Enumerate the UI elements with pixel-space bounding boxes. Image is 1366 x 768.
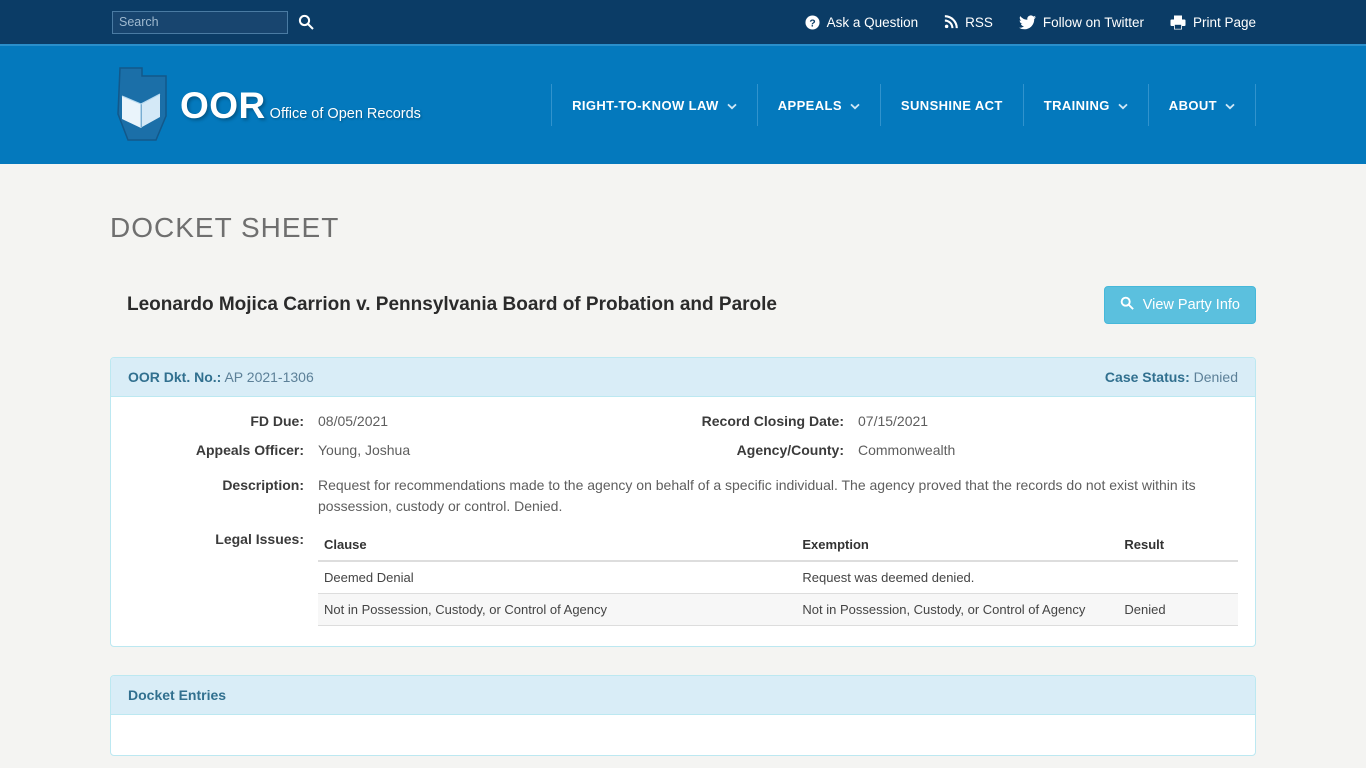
rss-link[interactable]: RSS bbox=[944, 15, 993, 30]
docket-number-label: OOR Dkt. No.: bbox=[128, 369, 222, 385]
field-record-closing-date: Record Closing Date: 07/15/2021 bbox=[683, 411, 1238, 432]
case-status-group: Case Status: Denied bbox=[1105, 369, 1238, 385]
agency-county-label: Agency/County: bbox=[736, 442, 844, 458]
main-navigation: RIGHT-TO-KNOW LAW APPEALS SUNSHINE ACT T… bbox=[551, 84, 1256, 126]
cell-result: Denied bbox=[1118, 593, 1238, 626]
twitter-link[interactable]: Follow on Twitter bbox=[1018, 14, 1144, 30]
case-title: Leonardo Mojica Carrion v. Pennsylvania … bbox=[127, 294, 777, 315]
field-appeals-officer: Appeals Officer: Young, Joshua bbox=[128, 440, 683, 461]
legal-issues-label: Legal Issues: bbox=[215, 531, 304, 547]
twitter-label: Follow on Twitter bbox=[1042, 14, 1144, 30]
legal-issues-table: Clause Exemption Result Deemed Denial Re… bbox=[318, 529, 1238, 626]
nav-item-training[interactable]: TRAINING bbox=[1024, 84, 1149, 126]
chevron-down-icon bbox=[727, 98, 737, 113]
nav-item-sunshine-act[interactable]: SUNSHINE ACT bbox=[881, 84, 1024, 126]
field-agency-county: Agency/County: Commonwealth bbox=[683, 440, 1238, 461]
cell-exemption: Request was deemed denied. bbox=[796, 561, 1119, 594]
column-header-clause: Clause bbox=[318, 529, 797, 562]
cell-exemption: Not in Possession, Custody, or Control o… bbox=[796, 593, 1119, 626]
view-party-info-label: View Party Info bbox=[1142, 297, 1240, 313]
print-page-link[interactable]: Print Page bbox=[1170, 15, 1256, 30]
chevron-down-icon bbox=[850, 98, 860, 113]
nav-item-about[interactable]: ABOUT bbox=[1149, 84, 1256, 126]
chevron-down-icon bbox=[1118, 98, 1128, 113]
utility-links: ? Ask a Question RSS Follow on Twitter P… bbox=[805, 15, 1256, 30]
field-fd-due: FD Due: 08/05/2021 bbox=[128, 411, 683, 432]
nav-item-right-to-know-law[interactable]: RIGHT-TO-KNOW LAW bbox=[551, 84, 758, 126]
nav-label: TRAINING bbox=[1043, 97, 1110, 113]
cell-clause: Not in Possession, Custody, or Control o… bbox=[318, 593, 797, 626]
record-closing-date-label: Record Closing Date: bbox=[701, 413, 844, 429]
field-description: Description: Request for recommendations… bbox=[128, 475, 1238, 517]
nav-label: RIGHT-TO-KNOW LAW bbox=[572, 97, 719, 113]
page-title: DOCKET SHEET bbox=[110, 212, 340, 243]
twitter-icon bbox=[1018, 14, 1036, 30]
cell-clause: Deemed Denial bbox=[318, 561, 797, 594]
search-form bbox=[112, 10, 314, 34]
rss-icon bbox=[944, 15, 958, 29]
logo-title: OOR bbox=[180, 84, 266, 126]
field-row-legal-issues: Legal Issues: Clause Exemption Result De… bbox=[128, 529, 1238, 626]
fd-due-label: FD Due: bbox=[250, 413, 304, 429]
docket-number-group: OOR Dkt. No.: AP 2021-1306 bbox=[128, 369, 314, 385]
appeals-officer-value: Young, Joshua bbox=[318, 442, 411, 458]
docket-entries-title: Docket Entries bbox=[128, 687, 227, 703]
legal-issues-thead: Clause Exemption Result bbox=[318, 529, 1238, 562]
description-label: Description: bbox=[222, 477, 304, 493]
search-icon bbox=[1120, 296, 1134, 314]
printer-icon bbox=[1170, 15, 1186, 30]
utility-bar: ? Ask a Question RSS Follow on Twitter bbox=[0, 0, 1366, 44]
fd-due-value: 08/05/2021 bbox=[318, 413, 389, 429]
docket-number-value: AP 2021-1306 bbox=[224, 369, 314, 385]
docket-entries-panel: Docket Entries bbox=[110, 675, 1256, 756]
cell-result bbox=[1118, 561, 1238, 594]
chevron-down-icon bbox=[1225, 98, 1235, 113]
field-row-officer-agency: Appeals Officer: Young, Joshua Agency/Co… bbox=[128, 440, 1238, 461]
case-status-label: Case Status: bbox=[1104, 369, 1190, 385]
rss-label: RSS bbox=[965, 14, 993, 30]
nav-label: ABOUT bbox=[1168, 97, 1217, 113]
column-header-result: Result bbox=[1118, 529, 1238, 562]
nav-label: SUNSHINE ACT bbox=[900, 97, 1003, 113]
description-value: Request for recommendations made to the … bbox=[318, 477, 1196, 514]
site-header: OOR Office of Open Records RIGHT-TO-KNOW… bbox=[0, 44, 1366, 164]
record-closing-date-value: 07/15/2021 bbox=[858, 413, 929, 429]
search-input[interactable] bbox=[112, 10, 288, 34]
docket-panel-header: OOR Dkt. No.: AP 2021-1306 Case Status: … bbox=[111, 358, 1255, 397]
page-content: DOCKET SHEET Leonardo Mojica Carrion v. … bbox=[0, 212, 1366, 756]
view-party-info-button[interactable]: View Party Info bbox=[1103, 286, 1256, 324]
docket-entries-header: Docket Entries bbox=[111, 676, 1255, 715]
field-row-description: Description: Request for recommendations… bbox=[128, 475, 1238, 517]
nav-item-appeals[interactable]: APPEALS bbox=[758, 84, 881, 126]
agency-county-value: Commonwealth bbox=[858, 442, 956, 458]
table-row: Deemed Denial Request was deemed denied. bbox=[318, 561, 1238, 594]
logo-subtitle: Office of Open Records bbox=[269, 105, 421, 122]
nav-label: APPEALS bbox=[777, 97, 842, 113]
case-status-value: Denied bbox=[1193, 369, 1238, 385]
appeals-officer-label: Appeals Officer: bbox=[195, 442, 304, 458]
table-header-row: Clause Exemption Result bbox=[318, 529, 1238, 562]
search-icon bbox=[298, 14, 314, 33]
docket-panel-body: FD Due: 08/05/2021 Record Closing Date: … bbox=[111, 397, 1255, 646]
ask-a-question-link[interactable]: ? Ask a Question bbox=[805, 14, 919, 30]
search-submit-button[interactable] bbox=[298, 14, 314, 30]
docket-detail-panel: OOR Dkt. No.: AP 2021-1306 Case Status: … bbox=[110, 357, 1256, 647]
site-logo[interactable]: OOR Office of Open Records bbox=[112, 66, 421, 144]
table-row: Not in Possession, Custody, or Control o… bbox=[318, 593, 1238, 626]
svg-text:?: ? bbox=[809, 18, 815, 29]
case-header-row: Leonardo Mojica Carrion v. Pennsylvania … bbox=[110, 286, 1256, 324]
question-circle-icon: ? bbox=[805, 14, 820, 30]
ask-a-question-label: Ask a Question bbox=[826, 14, 919, 30]
field-row-dates: FD Due: 08/05/2021 Record Closing Date: … bbox=[128, 411, 1238, 432]
docket-entries-body bbox=[111, 715, 1255, 755]
print-page-label: Print Page bbox=[1192, 14, 1256, 30]
pennsylvania-keystone-book-icon bbox=[112, 66, 174, 144]
legal-issues-tbody: Deemed Denial Request was deemed denied.… bbox=[318, 561, 1238, 626]
column-header-exemption: Exemption bbox=[796, 529, 1119, 562]
logo-text: OOR Office of Open Records bbox=[180, 87, 421, 124]
